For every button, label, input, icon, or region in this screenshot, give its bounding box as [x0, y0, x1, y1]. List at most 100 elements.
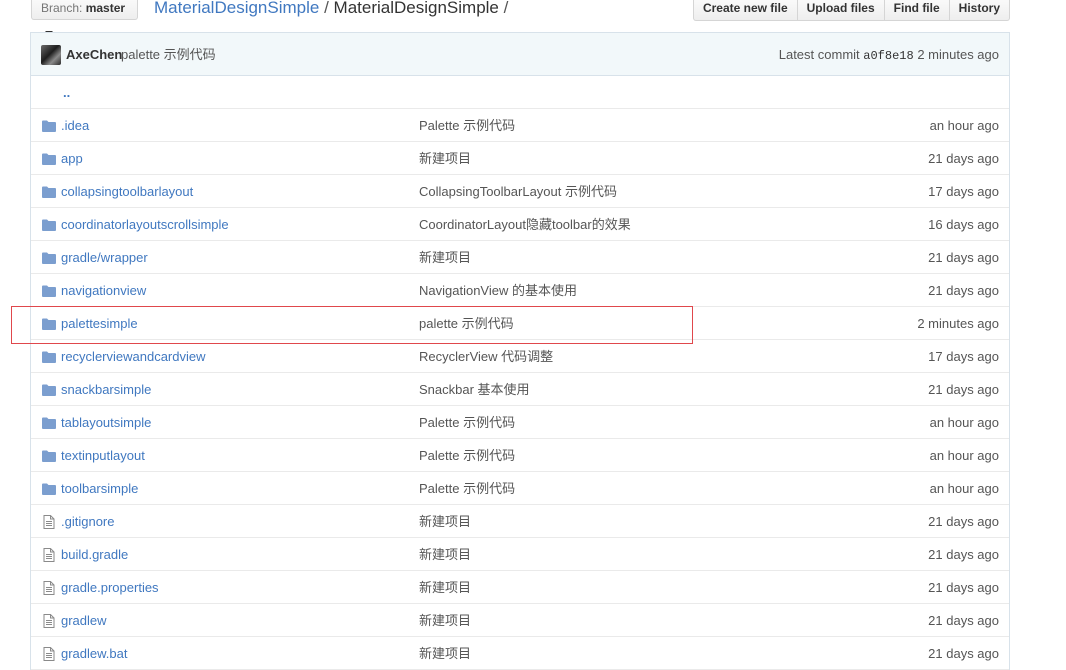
- table-row: palettesimple palette 示例代码 2 minutes ago: [31, 307, 1009, 340]
- file-name-link[interactable]: tablayoutsimple: [61, 406, 151, 439]
- commit-message-link[interactable]: Palette 示例代码: [419, 109, 515, 142]
- commit-age: 21 days ago: [928, 646, 999, 661]
- commit-message-link[interactable]: CoordinatorLayout隐藏toolbar的效果: [419, 208, 631, 241]
- commit-message-link[interactable]: 新建项目: [419, 505, 471, 538]
- commit-age: an hour ago: [929, 481, 999, 496]
- parent-directory-link[interactable]: ..: [63, 76, 70, 109]
- commit-age: 2 minutes ago: [917, 47, 999, 62]
- file-name-link[interactable]: navigationview: [61, 274, 146, 307]
- commit-message-link[interactable]: RecyclerView 代码调整: [419, 340, 553, 373]
- commit-message-link[interactable]: 新建项目: [419, 571, 471, 604]
- file-name-link[interactable]: .gitignore: [61, 505, 114, 538]
- folder-icon: [42, 384, 56, 396]
- repo-toolbar: Branch: master MaterialDesignSimple / Ma…: [30, 0, 1010, 35]
- file-name-link[interactable]: .idea: [61, 109, 89, 142]
- branch-name: master: [85, 1, 126, 15]
- breadcrumb: MaterialDesignSimple / MaterialDesignSim…: [154, 0, 508, 20]
- table-row: gradlew 新建项目 21 days ago: [31, 604, 1009, 637]
- commit-message-link[interactable]: CollapsingToolbarLayout 示例代码: [419, 175, 617, 208]
- commit-age: an hour ago: [929, 448, 999, 463]
- file-name-link[interactable]: gradlew.bat: [61, 637, 128, 670]
- folder-icon: [42, 351, 56, 363]
- file-icon: [43, 515, 55, 529]
- commit-message-link[interactable]: 新建项目: [419, 241, 471, 274]
- commit-age: 21 days ago: [928, 283, 999, 298]
- table-row: tablayoutsimple Palette 示例代码 an hour ago: [31, 406, 1009, 439]
- file-list: .idea Palette 示例代码 an hour ago app 新建项目 …: [31, 109, 1009, 670]
- folder-icon: [42, 219, 56, 231]
- file-name-link[interactable]: textinputlayout: [61, 439, 145, 472]
- upload-files-button[interactable]: Upload files: [796, 0, 885, 21]
- commit-meta: Latest commit a0f8e18 2 minutes ago: [779, 33, 999, 78]
- table-row: .idea Palette 示例代码 an hour ago: [31, 109, 1009, 142]
- folder-icon: [42, 450, 56, 462]
- file-name-link[interactable]: collapsingtoolbarlayout: [61, 175, 193, 208]
- file-name-link[interactable]: gradle.properties: [61, 571, 159, 604]
- file-name-link[interactable]: build.gradle: [61, 538, 128, 571]
- commit-age: 21 days ago: [928, 547, 999, 562]
- avatar[interactable]: [41, 45, 61, 65]
- commit-message-link[interactable]: Palette 示例代码: [419, 439, 515, 472]
- table-row: textinputlayout Palette 示例代码 an hour ago: [31, 439, 1009, 472]
- commit-age: 21 days ago: [928, 613, 999, 628]
- commit-message-link[interactable]: palette 示例代码: [121, 33, 216, 76]
- commit-age: 21 days ago: [928, 382, 999, 397]
- commit-message-link[interactable]: 新建项目: [419, 604, 471, 637]
- commit-age: an hour ago: [929, 415, 999, 430]
- commit-age: 21 days ago: [928, 250, 999, 265]
- file-icon: [43, 614, 55, 628]
- find-file-button[interactable]: Find file: [883, 0, 950, 21]
- commit-message-link[interactable]: 新建项目: [419, 637, 471, 670]
- folder-icon: [42, 417, 56, 429]
- table-row: build.gradle 新建项目 21 days ago: [31, 538, 1009, 571]
- file-name-link[interactable]: gradlew: [61, 604, 107, 637]
- file-name-link[interactable]: app: [61, 142, 83, 175]
- table-row: collapsingtoolbarlayout CollapsingToolba…: [31, 175, 1009, 208]
- commit-age: an hour ago: [929, 118, 999, 133]
- parent-directory-row: ..: [31, 76, 1009, 109]
- file-name-link[interactable]: coordinatorlayoutscrollsimple: [61, 208, 229, 241]
- latest-commit-label: Latest commit: [778, 47, 860, 62]
- commit-age: 17 days ago: [928, 184, 999, 199]
- commit-sha-link[interactable]: a0f8e18: [863, 49, 913, 63]
- file-name-link[interactable]: recyclerviewandcardview: [61, 340, 206, 373]
- file-name-link[interactable]: palettesimple: [61, 307, 138, 340]
- history-button[interactable]: History: [948, 0, 1010, 21]
- folder-icon: [42, 318, 56, 330]
- commit-age: 17 days ago: [928, 349, 999, 364]
- commit-message-link[interactable]: NavigationView 的基本使用: [419, 274, 577, 307]
- commit-message-link[interactable]: Palette 示例代码: [419, 472, 515, 505]
- branch-prefix: Branch:: [41, 1, 83, 15]
- folder-icon: [42, 120, 56, 132]
- file-name-link[interactable]: gradle/wrapper: [61, 241, 148, 274]
- latest-commit-bar: AxeChen palette 示例代码 Latest commit a0f8e…: [31, 33, 1009, 76]
- file-icon: [43, 548, 55, 562]
- folder-icon: [42, 186, 56, 198]
- branch-select-button[interactable]: Branch: master: [31, 0, 138, 35]
- table-row: gradle.properties 新建项目 21 days ago: [31, 571, 1009, 604]
- file-actions: Create new file Upload files Find file H…: [692, 0, 1010, 21]
- breadcrumb-repo-link[interactable]: MaterialDesignSimple: [154, 0, 319, 17]
- commit-age: 21 days ago: [928, 580, 999, 595]
- folder-icon: [42, 153, 56, 165]
- commit-message-link[interactable]: Snackbar 基本使用: [419, 373, 530, 406]
- breadcrumb-separator: /: [503, 0, 509, 17]
- commit-message-link[interactable]: 新建项目: [419, 142, 471, 175]
- create-new-file-button[interactable]: Create new file: [692, 0, 798, 21]
- table-row: coordinatorlayoutscrollsimple Coordinato…: [31, 208, 1009, 241]
- folder-icon: [42, 252, 56, 264]
- breadcrumb-current-folder: MaterialDesignSimple: [333, 0, 499, 17]
- commit-message-link[interactable]: palette 示例代码: [419, 307, 514, 340]
- table-row: toolbarsimple Palette 示例代码 an hour ago: [31, 472, 1009, 505]
- commit-message-link[interactable]: 新建项目: [419, 538, 471, 571]
- table-row: gradle/wrapper 新建项目 21 days ago: [31, 241, 1009, 274]
- commit-age: 2 minutes ago: [917, 316, 999, 331]
- file-name-link[interactable]: toolbarsimple: [61, 472, 138, 505]
- commit-author-link[interactable]: AxeChen: [66, 33, 122, 76]
- table-row: app 新建项目 21 days ago: [31, 142, 1009, 175]
- file-name-link[interactable]: snackbarsimple: [61, 373, 151, 406]
- commit-message-link[interactable]: Palette 示例代码: [419, 406, 515, 439]
- file-table: AxeChen palette 示例代码 Latest commit a0f8e…: [30, 32, 1010, 670]
- breadcrumb-separator: /: [324, 0, 329, 17]
- table-row: gradlew.bat 新建项目 21 days ago: [31, 637, 1009, 670]
